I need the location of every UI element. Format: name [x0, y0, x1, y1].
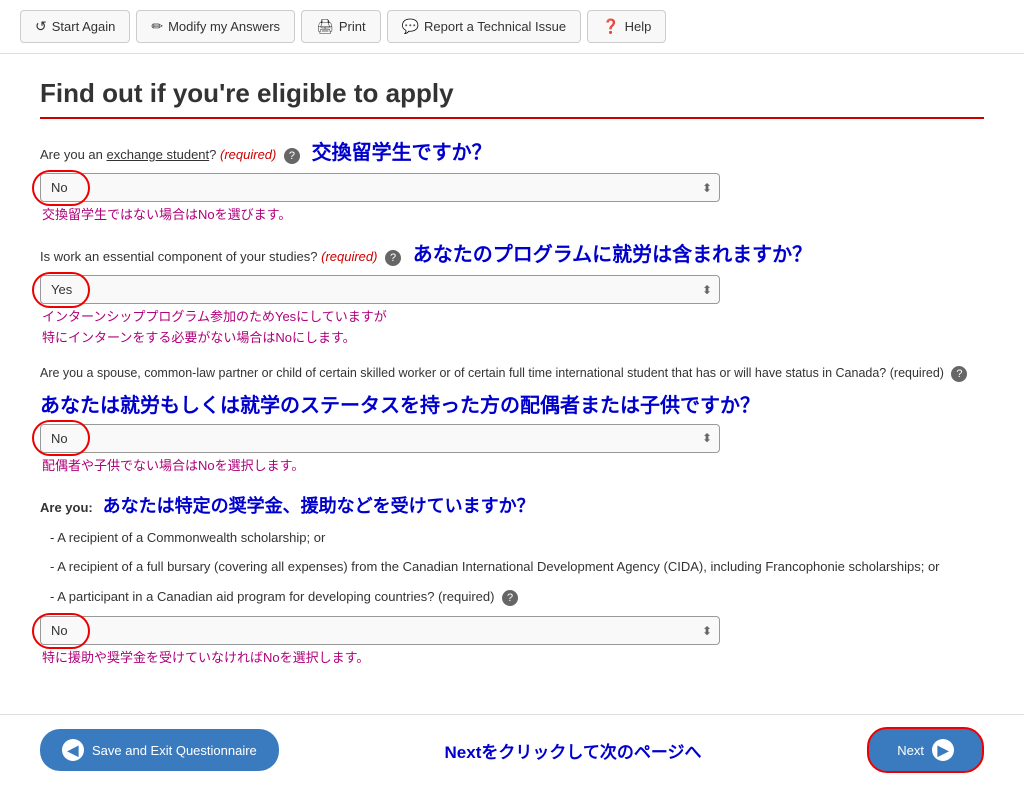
main-content: Find out if you're eligible to apply Are…	[0, 54, 1024, 704]
pencil-icon: ✏	[151, 18, 163, 35]
bullet-3-pre: - A participant in a Canadian aid progra…	[50, 589, 434, 604]
q2-select-container: Yes No	[40, 275, 720, 304]
help-label: Help	[625, 19, 652, 34]
printer-icon: 🖨	[316, 18, 334, 35]
q2-select-wrapper: Yes No	[40, 275, 720, 304]
q2-section: Is work an essential component of your s…	[40, 241, 984, 346]
bullet-3-row: - A participant in a Canadian aid progra…	[50, 587, 984, 607]
are-you-note: 特に援助や奨学金を受けていなければNoを選択します。	[42, 647, 984, 666]
start-again-button[interactable]: ↺ Start Again	[20, 10, 130, 43]
q3-help-icon[interactable]: ?	[951, 366, 967, 382]
q1-note: 交換留学生ではない場合はNoを選びます。	[42, 204, 984, 223]
q3-label: Are you a spouse, common-law partner or …	[40, 364, 984, 383]
q3-japanese: あなたは就労もしくは就学のステータスを持った方の配偶者または子供ですか？	[40, 389, 984, 418]
bullet-list: - A recipient of a Commonwealth scholars…	[50, 528, 984, 607]
help-button[interactable]: ❓ Help	[587, 10, 666, 43]
q3-label-text: Are you a spouse, common-law partner or …	[40, 366, 886, 380]
bullet-2: - A recipient of a full bursary (coverin…	[50, 557, 984, 577]
q2-label: Is work an essential component of your s…	[40, 241, 984, 269]
print-button[interactable]: 🖨 Print	[301, 10, 381, 43]
q1-label: Are you an exchange student? (required) …	[40, 139, 984, 167]
start-again-label: Start Again	[52, 19, 116, 34]
are-you-section: Are you: あなたは特定の奨学金、援助などを受けていますか？ - A re…	[40, 492, 984, 667]
print-label: Print	[339, 19, 366, 34]
save-left-arrow: ◀	[62, 739, 84, 761]
next-right-arrow: ▶	[932, 739, 954, 761]
modify-answers-label: Modify my Answers	[168, 19, 280, 34]
q3-select-wrapper: No Yes	[40, 424, 720, 453]
are-you-select[interactable]: No Yes	[40, 616, 720, 645]
next-label: Next	[897, 743, 924, 758]
q2-note2: 特にインターンをする必要がない場合はNoにします。	[42, 327, 984, 346]
q1-japanese: 交換留学生ですか？	[312, 142, 492, 164]
save-exit-button[interactable]: ◀ Save and Exit Questionnaire	[40, 729, 279, 771]
q2-japanese: あなたのプログラムに就労は含まれますか？	[413, 244, 812, 266]
q2-required: (required)	[321, 249, 377, 264]
bullet-3-required: (required)	[438, 589, 494, 604]
are-you-select-container: No Yes	[40, 616, 720, 645]
bullet-3-help-icon[interactable]: ?	[502, 590, 518, 606]
q2-note1: インターンシッププログラム参加のためYesにしていますが	[42, 306, 984, 325]
q2-help-icon[interactable]: ?	[385, 250, 401, 266]
next-hint: Nextをクリックして次のページへ	[445, 738, 702, 763]
question-icon: ❓	[602, 18, 619, 35]
q3-row: No Yes	[40, 424, 984, 453]
q1-select-wrapper: No Yes	[40, 173, 720, 202]
q1-required: (required)	[220, 147, 276, 162]
bullet-1: - A recipient of a Commonwealth scholars…	[50, 528, 984, 548]
q2-row: Yes No	[40, 275, 984, 304]
report-issue-label: Report a Technical Issue	[424, 19, 566, 34]
page-title: Find out if you're eligible to apply	[40, 78, 984, 119]
are-you-select-row: No Yes	[40, 616, 984, 645]
q3-note: 配偶者や子供でない場合はNoを選択します。	[42, 455, 984, 474]
bottom-bar: ◀ Save and Exit Questionnaire Nextをクリックし…	[0, 714, 1024, 785]
save-exit-label: Save and Exit Questionnaire	[92, 743, 257, 758]
chat-icon: 💬	[402, 18, 419, 35]
q1-select[interactable]: No Yes	[40, 173, 720, 202]
q2-select[interactable]: Yes No	[40, 275, 720, 304]
are-you-japanese: あなたは特定の奨学金、援助などを受けていますか？	[103, 496, 535, 516]
q1-label-post: ?	[209, 147, 216, 162]
q1-row: No Yes	[40, 173, 984, 202]
q1-select-container: No Yes	[40, 173, 720, 202]
modify-answers-button[interactable]: ✏ Modify my Answers	[136, 10, 295, 43]
are-you-select-wrapper: No Yes	[40, 616, 720, 645]
q1-help-icon[interactable]: ?	[284, 148, 300, 164]
q1-label-pre: Are you an	[40, 147, 107, 162]
q3-select[interactable]: No Yes	[40, 424, 720, 453]
are-you-label-row: Are you: あなたは特定の奨学金、援助などを受けていますか？	[40, 492, 984, 518]
q1-label-link: exchange student	[107, 147, 210, 162]
are-you-label: Are you:	[40, 500, 93, 515]
q3-select-container: No Yes	[40, 424, 720, 453]
q3-section: Are you a spouse, common-law partner or …	[40, 364, 984, 474]
next-button[interactable]: Next ▶	[867, 727, 984, 773]
report-issue-button[interactable]: 💬 Report a Technical Issue	[387, 10, 582, 43]
q3-required: (required)	[890, 366, 944, 380]
q2-label-text: Is work an essential component of your s…	[40, 249, 317, 264]
q1-section: Are you an exchange student? (required) …	[40, 139, 984, 223]
toolbar: ↺ Start Again ✏ Modify my Answers 🖨 Prin…	[0, 0, 1024, 54]
refresh-icon: ↺	[35, 18, 47, 35]
